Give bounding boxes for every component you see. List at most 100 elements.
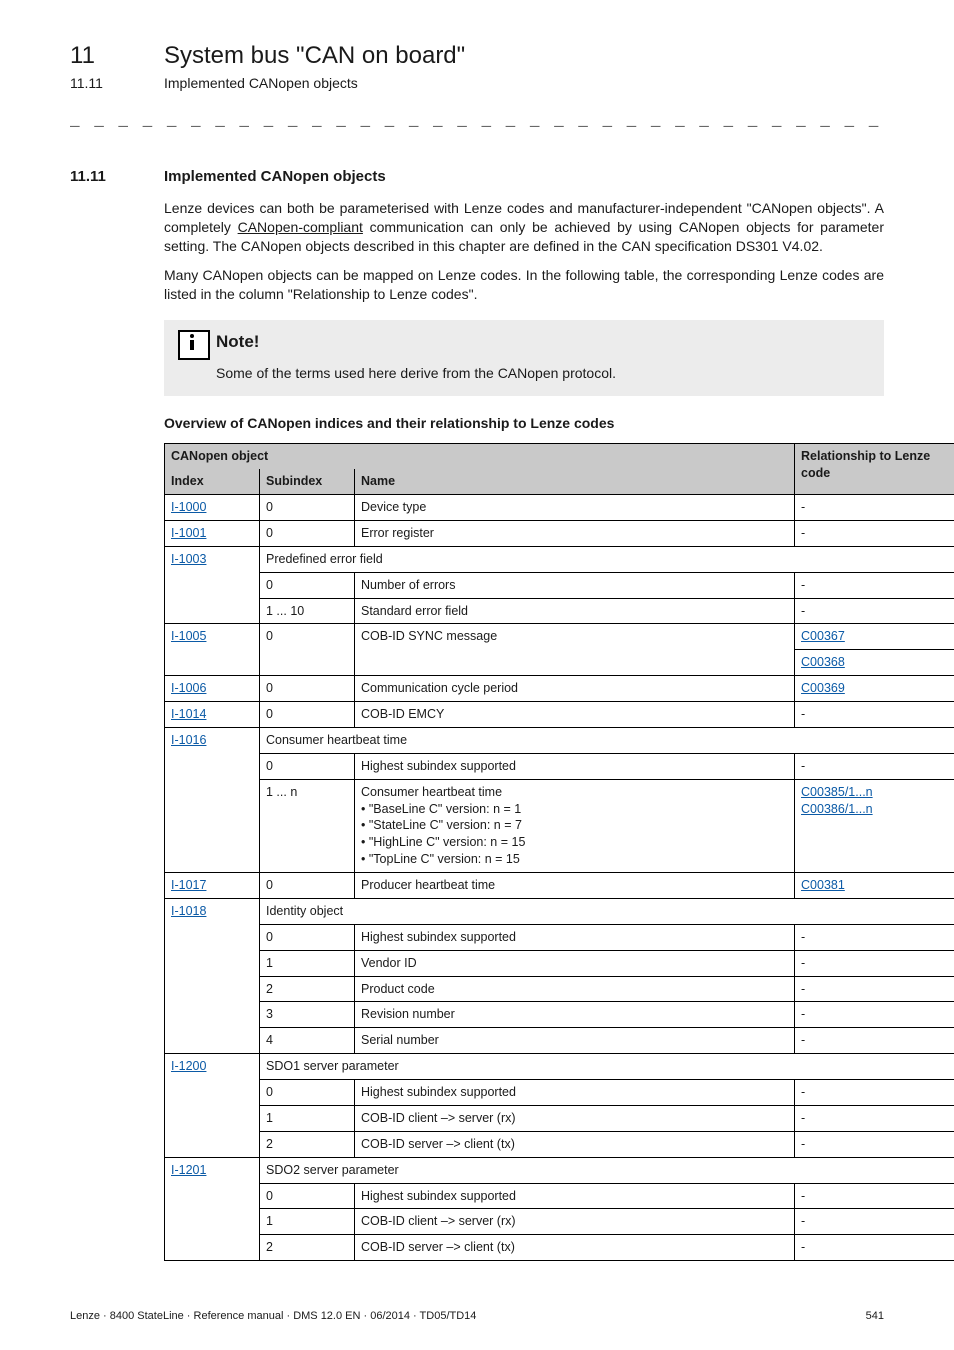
chapter-title: System bus "CAN on board" <box>164 40 465 72</box>
index-link[interactable]: I-1003 <box>171 552 206 566</box>
cell-name: Consumer heartbeat time "BaseLine C" ver… <box>355 779 795 872</box>
cell-rel: - <box>795 1105 954 1131</box>
cell-subindex: 1 ... n <box>260 779 355 872</box>
th-relationship: Relationship to Lenze code <box>795 444 954 495</box>
cell-rel: - <box>795 520 954 546</box>
cell-name: Producer heartbeat time <box>355 873 795 899</box>
cell-rel: - <box>795 1183 954 1209</box>
table-row: 1COB-ID client –> server (rx)- <box>165 1105 954 1131</box>
cell-subindex: 0 <box>260 1183 355 1209</box>
code-link[interactable]: C00368 <box>801 655 845 669</box>
index-link[interactable]: I-1006 <box>171 681 206 695</box>
header-subsection-number: 11.11 <box>70 74 140 93</box>
cell-rel: - <box>795 572 954 598</box>
cell-subindex: 0 <box>260 1080 355 1106</box>
cell-subindex: 2 <box>260 976 355 1002</box>
cell-rel: - <box>795 598 954 624</box>
cell-rel: - <box>795 1131 954 1157</box>
cell-subindex: 0 <box>260 873 355 899</box>
cell-subindex: 2 <box>260 1235 355 1261</box>
cell-name: Highest subindex supported <box>355 924 795 950</box>
th-name: Name <box>355 469 795 494</box>
table-row: 1 ... 10 Standard error field - <box>165 598 954 624</box>
cell-subindex: 0 <box>260 624 355 676</box>
cell-rel: - <box>795 1209 954 1235</box>
cell-name: Highest subindex supported <box>355 1080 795 1106</box>
cell-span: SDO2 server parameter <box>260 1157 954 1183</box>
cell-name: COB-ID EMCY <box>355 702 795 728</box>
cell-span: SDO1 server parameter <box>260 1054 954 1080</box>
cell-rel: C00385/1...n C00386/1...n <box>795 779 954 872</box>
table-row: I-1017 0 Producer heartbeat time C00381 <box>165 873 954 899</box>
cell-name: Standard error field <box>355 598 795 624</box>
code-link[interactable]: C00369 <box>801 681 845 695</box>
cell-rel: - <box>795 1028 954 1054</box>
cell-name: Error register <box>355 520 795 546</box>
cell-subindex: 1 <box>260 950 355 976</box>
section-number: 11.11 <box>70 167 140 187</box>
cell-name: COB-ID SYNC message <box>355 624 795 676</box>
index-link[interactable]: I-1200 <box>171 1059 206 1073</box>
index-link[interactable]: I-1017 <box>171 878 206 892</box>
separator-rule: _ _ _ _ _ _ _ _ _ _ _ _ _ _ _ _ _ _ _ _ … <box>70 111 884 133</box>
footer-text: Lenze · 8400 StateLine · Reference manua… <box>70 1309 476 1324</box>
cell-subindex: 0 <box>260 702 355 728</box>
cell-span: Identity object <box>260 898 954 924</box>
table-row: I-1001 0 Error register - <box>165 520 954 546</box>
cell-subindex: 0 <box>260 924 355 950</box>
table-row: 2COB-ID server –> client (tx)- <box>165 1131 954 1157</box>
section-title: Implemented CANopen objects <box>164 167 386 187</box>
table-row: I-1018 Identity object <box>165 898 954 924</box>
cell-subindex: 1 ... 10 <box>260 598 355 624</box>
table-row: 1 ... n Consumer heartbeat time "BaseLin… <box>165 779 954 872</box>
cell-subindex: 1 <box>260 1209 355 1235</box>
cell-subindex: 4 <box>260 1028 355 1054</box>
note-box: Note! Some of the terms used here derive… <box>164 320 884 397</box>
index-link[interactable]: I-1201 <box>171 1163 206 1177</box>
index-link[interactable]: I-1018 <box>171 904 206 918</box>
cell-subindex: 0 <box>260 572 355 598</box>
cell-subindex: 3 <box>260 1002 355 1028</box>
cell-rel: - <box>795 924 954 950</box>
index-link[interactable]: I-1014 <box>171 707 206 721</box>
cell-rel: - <box>795 950 954 976</box>
table-row: 1Vendor ID- <box>165 950 954 976</box>
cell-subindex: 0 <box>260 495 355 521</box>
index-link[interactable]: I-1001 <box>171 526 206 540</box>
code-link[interactable]: C00386/1...n <box>801 802 873 816</box>
table-title: Overview of CANopen indices and their re… <box>164 414 884 433</box>
cell-name: Revision number <box>355 1002 795 1028</box>
table-row: 1COB-ID client –> server (rx)- <box>165 1209 954 1235</box>
table-row: 4Serial number- <box>165 1028 954 1054</box>
canopen-objects-table: CANopen object Relationship to Lenze cod… <box>164 443 954 1261</box>
cell-subindex: 0 <box>260 753 355 779</box>
page-number: 541 <box>866 1309 884 1324</box>
cell-name: COB-ID client –> server (rx) <box>355 1105 795 1131</box>
table-row: I-1201 SDO2 server parameter <box>165 1157 954 1183</box>
index-link[interactable]: I-1000 <box>171 500 206 514</box>
cell-subindex: 0 <box>260 520 355 546</box>
cell-rel: - <box>795 1002 954 1028</box>
table-row: 0 Highest subindex supported - <box>165 753 954 779</box>
table-row: I-1000 0 Device type - <box>165 495 954 521</box>
cell-name: Serial number <box>355 1028 795 1054</box>
index-link[interactable]: I-1016 <box>171 733 206 747</box>
th-index: Index <box>165 469 260 494</box>
table-row: I-1005 0 COB-ID SYNC message C00367 <box>165 624 954 650</box>
table-row: I-1003 Predefined error field <box>165 546 954 572</box>
index-link[interactable]: I-1005 <box>171 629 206 643</box>
table-row: 2Product code- <box>165 976 954 1002</box>
cell-rel: - <box>795 976 954 1002</box>
cell-rel: - <box>795 495 954 521</box>
chapter-number: 11 <box>70 40 140 72</box>
canopen-compliant-link[interactable]: CANopen-compliant <box>238 219 363 235</box>
table-row: I-1006 0 Communication cycle period C003… <box>165 676 954 702</box>
code-link[interactable]: C00367 <box>801 629 845 643</box>
cell-name: Product code <box>355 976 795 1002</box>
cell-name: COB-ID client –> server (rx) <box>355 1209 795 1235</box>
cell-name: Number of errors <box>355 572 795 598</box>
th-subindex: Subindex <box>260 469 355 494</box>
code-link[interactable]: C00385/1...n <box>801 785 873 799</box>
code-link[interactable]: C00381 <box>801 878 845 892</box>
cell-subindex: 0 <box>260 676 355 702</box>
